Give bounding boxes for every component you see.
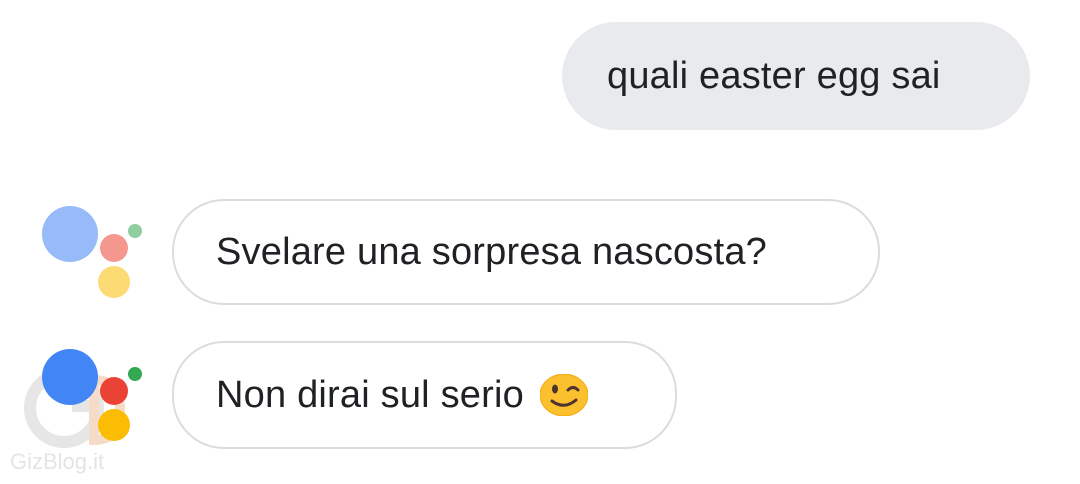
user-message-bubble: quali easter egg sai [562,22,1030,130]
winking-face-emoji [539,374,588,416]
assistant-blue-dot [42,349,98,405]
watermark-text: GizBlog.it [10,449,105,474]
assistant-message-text: Svelare una sorpresa nascosta? [216,230,767,273]
assistant-red-dot [100,377,128,405]
assistant-yellow-dot [98,409,130,441]
assistant-avatar-icon [36,200,146,310]
assistant-yellow-dot [98,266,130,298]
assistant-green-dot [128,367,142,381]
assistant-green-dot [128,224,142,238]
assistant-message-text: Non dirai sul serio [216,373,524,416]
assistant-message-bubble: Non dirai sul serio [172,341,677,449]
assistant-blue-dot [42,206,98,262]
assistant-red-dot [100,234,128,262]
user-message-text: quali easter egg sai [607,54,941,97]
assistant-avatar-icon [36,343,146,453]
assistant-message-bubble: Svelare una sorpresa nascosta? [172,199,880,305]
